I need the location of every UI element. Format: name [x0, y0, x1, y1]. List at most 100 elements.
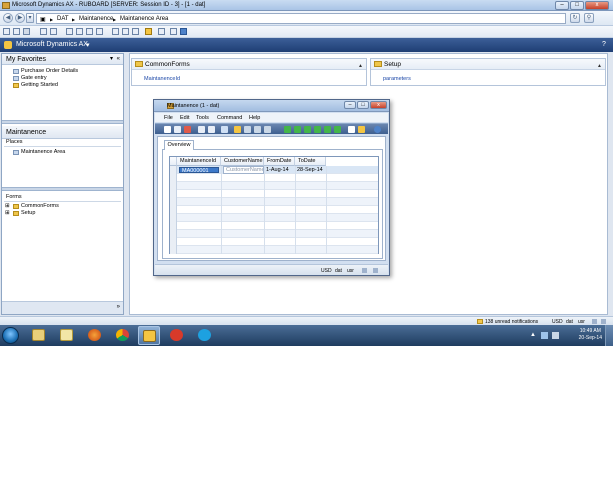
back-arrow-icon[interactable]: ◀: [3, 13, 13, 23]
new-icon[interactable]: [3, 28, 10, 35]
notification-icon[interactable]: [477, 319, 483, 324]
search-icon[interactable]: ⚲: [584, 13, 594, 23]
previous-page-icon[interactable]: [294, 126, 301, 133]
breadcrumb-item-maintanence-area[interactable]: Maintanence Area: [120, 16, 168, 22]
table-row[interactable]: [170, 230, 378, 238]
help-icon[interactable]: ?: [602, 41, 606, 48]
save-icon[interactable]: [174, 126, 181, 133]
first-record-icon[interactable]: [284, 126, 291, 133]
system-clock[interactable]: 10:49 AM 20-Sep-14: [579, 328, 602, 342]
collapse-pane-icon[interactable]: «: [117, 54, 120, 65]
save-icon[interactable]: [13, 28, 20, 35]
dialog-maximize-button[interactable]: □: [357, 101, 369, 109]
taskbar-explorer[interactable]: [28, 326, 50, 345]
table-row[interactable]: [170, 246, 378, 254]
advanced-filter-icon[interactable]: [264, 126, 271, 133]
document-handling-icon[interactable]: [348, 126, 355, 133]
row-selector[interactable]: [170, 238, 177, 246]
pane-options-icon[interactable]: ▾: [110, 54, 113, 65]
expand-icon[interactable]: ⊞: [5, 203, 10, 209]
history-dropdown-icon[interactable]: ▾: [26, 13, 34, 23]
print-icon[interactable]: [198, 126, 205, 133]
banner-dropdown-icon[interactable]: ▾: [86, 41, 90, 49]
print-preview-icon[interactable]: [50, 28, 57, 35]
tray-expand-icon[interactable]: ▲: [530, 332, 536, 338]
next-record-icon[interactable]: [132, 28, 139, 35]
close-button[interactable]: x: [585, 1, 609, 10]
collapse-caret-icon[interactable]: ▲: [358, 61, 363, 72]
tab-overview[interactable]: Overview: [164, 140, 194, 150]
place-item-maintanence-area[interactable]: Maintanence Area: [21, 149, 65, 155]
link-maintanenceid[interactable]: MaintanenceId: [144, 76, 180, 82]
new-record-icon[interactable]: [164, 126, 171, 133]
row-selector[interactable]: [170, 166, 177, 174]
favorite-item-purchase-order-details[interactable]: Purchase Order Details: [21, 68, 78, 74]
print-icon[interactable]: [40, 28, 47, 35]
column-header-fromdate[interactable]: FromDate: [264, 157, 295, 166]
taskbar-skype[interactable]: [194, 326, 216, 345]
menu-help[interactable]: Help: [249, 115, 260, 121]
column-header-customername[interactable]: CustomerName: [221, 157, 264, 166]
next-page-icon[interactable]: [324, 126, 331, 133]
delete-icon[interactable]: [23, 28, 30, 35]
breadcrumb-item-dat[interactable]: DAT: [57, 16, 69, 22]
taskbar-dynamics-ax[interactable]: [138, 326, 160, 345]
favorite-item-getting-started[interactable]: Getting Started: [21, 82, 58, 88]
table-row[interactable]: [170, 190, 378, 198]
menu-file[interactable]: File: [164, 115, 173, 121]
help-icon[interactable]: [374, 126, 381, 133]
show-desktop-button[interactable]: [605, 325, 613, 346]
taskbar-notepad[interactable]: [56, 326, 78, 345]
forms-item-commonforms[interactable]: CommonForms: [21, 203, 59, 209]
menu-tools[interactable]: Tools: [196, 115, 209, 121]
previous-record-icon[interactable]: [122, 28, 129, 35]
filter-icon[interactable]: [244, 126, 251, 133]
help-icon[interactable]: [180, 28, 187, 35]
breadcrumb[interactable]: ▣ ▶ DAT ▶ Maintanence ▶ Maintanence Area: [36, 13, 566, 24]
dialog-status-company[interactable]: dat: [335, 268, 342, 274]
refresh-icon[interactable]: [221, 126, 228, 133]
breadcrumb-item-maintanence[interactable]: Maintanence: [79, 16, 113, 22]
collapse-caret-icon[interactable]: ▲: [597, 61, 602, 72]
table-row[interactable]: MA000001 CustomerName 1-Aug-14 28-Sep-14: [170, 166, 378, 174]
advanced-filter-icon[interactable]: [96, 28, 103, 35]
favorites-header[interactable]: My Favorites ▾ «: [2, 54, 123, 65]
cell-fromdate[interactable]: 1-Aug-14: [264, 166, 295, 174]
row-selector[interactable]: [170, 206, 177, 214]
row-selector[interactable]: [170, 230, 177, 238]
alert-icon[interactable]: [145, 28, 152, 35]
pane-splitter[interactable]: [2, 120, 123, 124]
table-row[interactable]: [170, 174, 378, 182]
next-record-icon[interactable]: [314, 126, 321, 133]
delete-icon[interactable]: [184, 126, 191, 133]
menu-command[interactable]: Command: [217, 115, 242, 121]
find-icon[interactable]: [234, 126, 241, 133]
export-icon[interactable]: [170, 28, 177, 35]
previous-record-icon[interactable]: [304, 126, 311, 133]
row-selector[interactable]: [170, 174, 177, 182]
row-selector[interactable]: [170, 182, 177, 190]
table-row[interactable]: [170, 206, 378, 214]
pane-splitter[interactable]: [2, 187, 123, 191]
filter-by-selection-icon[interactable]: [254, 126, 261, 133]
maintanence-grid[interactable]: MaintanenceId CustomerName FromDate ToDa…: [169, 156, 379, 254]
volume-icon[interactable]: [552, 332, 559, 339]
last-record-icon[interactable]: [334, 126, 341, 133]
table-row[interactable]: [170, 222, 378, 230]
start-button[interactable]: [2, 327, 19, 344]
alert-icon[interactable]: [358, 126, 365, 133]
taskbar-chrome[interactable]: [112, 326, 134, 345]
forms-item-setup[interactable]: Setup: [21, 210, 35, 216]
cell-customername[interactable]: CustomerName: [223, 166, 264, 174]
configure-buttons-icon[interactable]: »: [117, 304, 120, 310]
filter-icon[interactable]: [76, 28, 83, 35]
column-header-maintanenceid[interactable]: MaintanenceId: [177, 157, 221, 166]
column-header-todate[interactable]: ToDate: [295, 157, 326, 166]
table-row[interactable]: [170, 238, 378, 246]
favorite-item-gate-entry[interactable]: Gate entry: [21, 75, 47, 81]
cell-todate[interactable]: 28-Sep-14: [295, 166, 326, 174]
menu-edit[interactable]: Edit: [180, 115, 189, 121]
filter-by-selection-icon[interactable]: [86, 28, 93, 35]
link-parameters[interactable]: parameters: [383, 76, 411, 82]
minimize-button[interactable]: –: [555, 1, 569, 10]
